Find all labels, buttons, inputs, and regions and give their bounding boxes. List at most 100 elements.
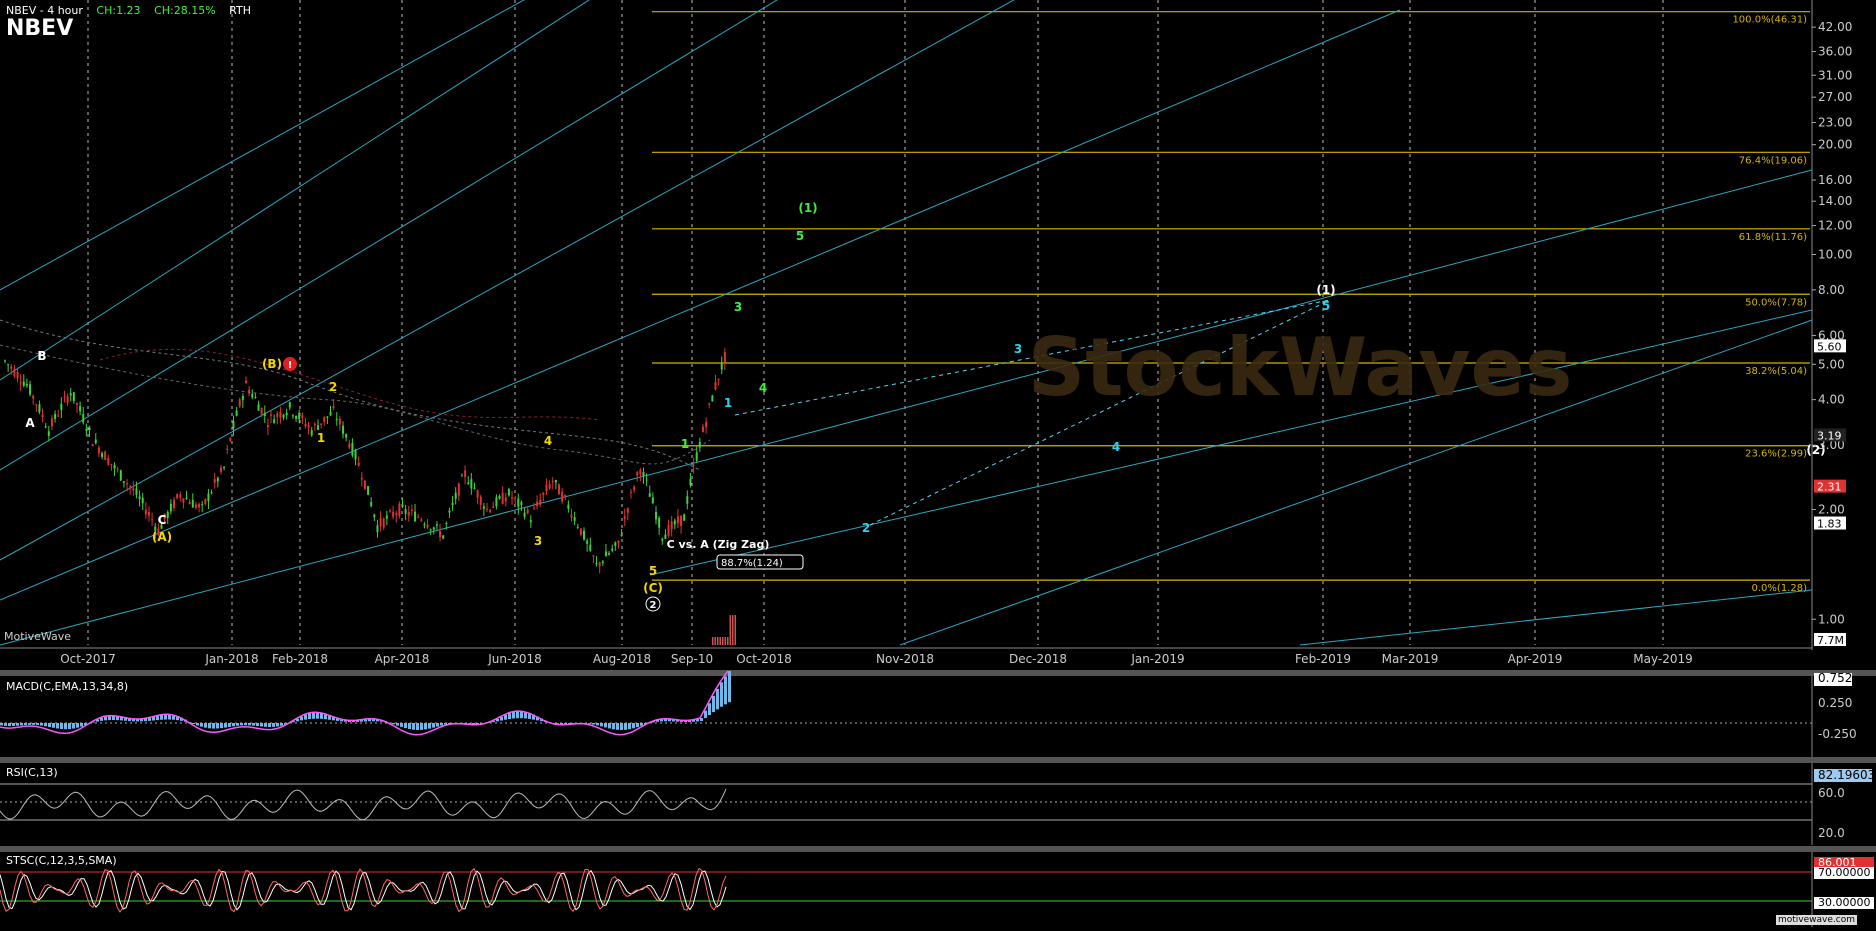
price-tag-label: 1.83 (1817, 518, 1842, 531)
price-candle (148, 512, 150, 515)
rsi-axis-label: 60.0 (1818, 786, 1845, 800)
wave-label: (A) (152, 530, 172, 544)
price-candle (245, 381, 247, 383)
macd-histogram-bar (588, 723, 591, 724)
session-label: RTH (229, 4, 251, 17)
price-candle (414, 512, 416, 521)
price-candle (608, 553, 610, 555)
price-candle (624, 516, 626, 519)
price-candle (408, 512, 410, 515)
price-candle (433, 527, 435, 529)
macd-histogram-bar (256, 723, 259, 726)
price-candle (264, 413, 266, 416)
price-candle (48, 431, 50, 436)
macd-histogram-bar (72, 723, 75, 729)
price-candle (101, 453, 103, 457)
site-link[interactable]: motivewave.com (1776, 915, 1857, 925)
price-candle (60, 404, 62, 410)
macd-histogram-bar (204, 723, 207, 728)
wave-label: 3 (734, 300, 742, 314)
macd-histogram-bar (8, 723, 11, 726)
price-candle (129, 486, 131, 487)
price-candle (480, 496, 482, 505)
macd-histogram-bar (404, 723, 407, 728)
price-candle (508, 489, 510, 495)
price-candle (661, 539, 663, 541)
price-candle (261, 408, 263, 415)
macd-histogram-bar (28, 723, 31, 725)
moving-average-line (0, 345, 710, 464)
macd-histogram-bar (12, 723, 15, 726)
wave-label: (1) (798, 201, 817, 215)
macd-histogram-bar (60, 723, 63, 729)
price-candle (711, 396, 713, 402)
wave-label: 88.7%(1.24) (721, 558, 783, 569)
macd-histogram-bar (48, 723, 51, 727)
macd-histogram-bar (400, 723, 403, 727)
price-candle (430, 529, 432, 530)
price-candle (110, 464, 112, 465)
macd-histogram-bar (80, 723, 83, 727)
time-axis-label: Feb-2019 (1295, 652, 1351, 666)
price-candle (195, 505, 197, 508)
fan-trendline (0, 10, 1400, 600)
macd-histogram-bar (704, 711, 707, 718)
price-candle (617, 541, 619, 544)
wave-label: ! (288, 360, 293, 371)
price-candle (95, 440, 97, 444)
macd-histogram-bar (260, 723, 263, 726)
price-candle (574, 517, 576, 521)
volume-bar (722, 637, 724, 645)
price-candle (552, 481, 554, 482)
price-candle (436, 524, 438, 525)
price-candle (20, 382, 22, 384)
price-candle (242, 396, 244, 400)
macd-histogram-bar (280, 723, 283, 726)
price-candle (76, 403, 78, 405)
price-candle (317, 425, 319, 430)
wave-label: 4 (1112, 440, 1120, 454)
price-candle (445, 523, 447, 524)
volume-bar (732, 615, 734, 645)
price-candle (286, 413, 288, 416)
price-axis-label: 2.00 (1818, 502, 1845, 516)
price-candle (251, 394, 253, 398)
price-candle (639, 470, 641, 474)
volume-bar (730, 615, 732, 645)
macd-histogram-bar (624, 723, 627, 730)
price-candle (283, 415, 285, 418)
panel-separator (0, 757, 1876, 763)
stockwaves-logo: StockWaves (1028, 321, 1573, 414)
wave-label: 5 (796, 229, 804, 243)
price-candle (614, 542, 616, 546)
macd-histogram-bar (76, 723, 79, 728)
price-candle (63, 397, 65, 398)
time-axis-label: Jan-2019 (1130, 652, 1184, 666)
macd-histogram-bar (616, 723, 619, 730)
macd-histogram-bar (636, 723, 639, 727)
macd-histogram-bar (56, 723, 59, 728)
chart-canvas[interactable]: 100.0%(46.31)76.4%(19.06)61.8%(11.76)50.… (0, 0, 1876, 927)
price-axis-label: 23.00 (1818, 116, 1852, 130)
price-candle (179, 495, 181, 498)
price-candle (151, 519, 153, 520)
macd-histogram-bar (164, 714, 167, 719)
macd-histogram-bar (252, 723, 255, 726)
price-candle (23, 382, 25, 386)
wave-label: 3 (1014, 342, 1022, 356)
moving-average-line (100, 349, 600, 420)
price-candle (173, 500, 175, 508)
chart-root: 100.0%(46.31)76.4%(19.06)61.8%(11.76)50.… (0, 0, 1876, 927)
price-candle (561, 492, 563, 502)
macd-histogram-bar (20, 723, 23, 725)
price-candle (17, 372, 19, 379)
price-candle (342, 426, 344, 434)
wave-label: (1) (1316, 283, 1335, 297)
price-candle (89, 428, 91, 431)
wave-label: B (37, 349, 46, 363)
price-candle (718, 379, 720, 380)
price-candle (668, 525, 670, 536)
macd-histogram-bar (36, 723, 39, 725)
macd-histogram-bar (604, 723, 607, 727)
macd-histogram-bar (428, 723, 431, 729)
